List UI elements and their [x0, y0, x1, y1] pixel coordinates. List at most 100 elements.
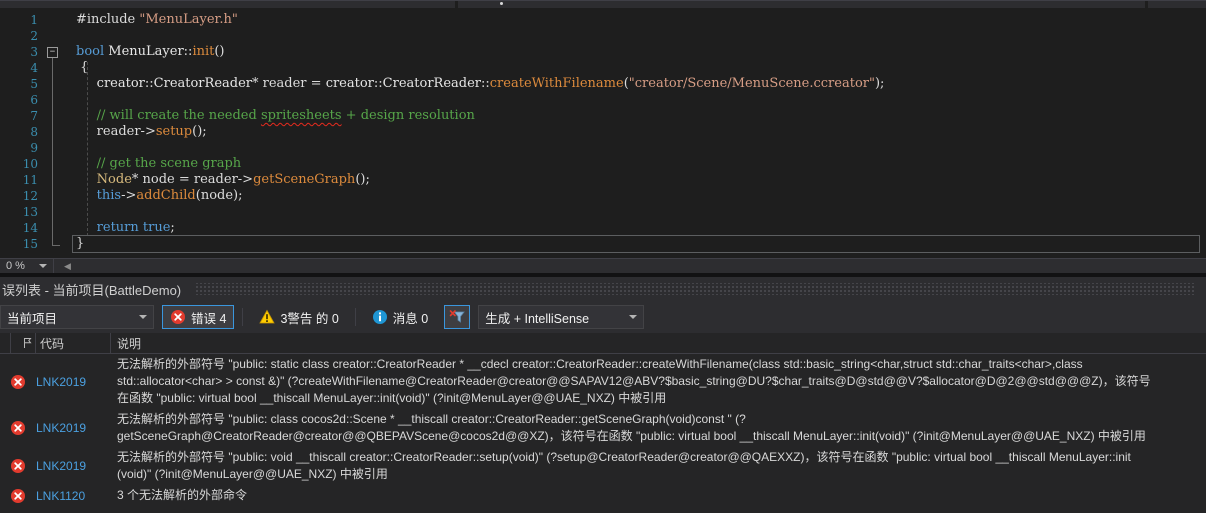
error-description: 无法解析的外部符号 "public: static class creator:…	[111, 356, 1206, 407]
error-row[interactable]: LNK2019 无法解析的外部符号 "public: static class c…	[0, 354, 1206, 409]
fold-margin	[40, 236, 76, 252]
error-description-line: 3 个无法解析的外部命令	[117, 488, 248, 502]
error-description-line: 无法解析的外部符号 "public: static class creator:…	[117, 357, 1083, 371]
horizontal-scrollbar[interactable]: ◀	[53, 259, 1206, 273]
severity-column-header[interactable]	[11, 333, 36, 353]
fold-margin	[40, 12, 76, 28]
code-line: 12 this->addChild(node);	[0, 188, 1206, 204]
code-text: creator::CreatorReader* reader = creator…	[96, 76, 885, 91]
error-row[interactable]: LNK2019 无法解析的外部符号 "public: void __thiscal…	[0, 447, 1206, 485]
tab-divider	[455, 1, 458, 8]
code-text: Node* node = reader->getSceneGraph();	[96, 172, 370, 187]
line-number: 4	[30, 61, 38, 75]
error-code-link[interactable]: LNK2019	[36, 375, 111, 389]
warnings-filter-label: 3警告 的 0	[280, 311, 339, 326]
chevron-down-icon	[38, 264, 47, 268]
error-icon	[10, 420, 36, 436]
scope-dropdown-value: 当前项目	[7, 311, 58, 326]
code-line: 6	[0, 92, 1206, 108]
fold-margin	[40, 156, 76, 172]
tab-strip	[0, 0, 1206, 8]
line-number: 2	[30, 29, 38, 43]
error-row[interactable]: LNK1120 3 个无法解析的外部命令	[0, 485, 1206, 506]
error-code-link[interactable]: LNK1120	[36, 489, 111, 503]
errors-filter-button[interactable]: 错误 4	[162, 305, 235, 329]
error-description-line: 无法解析的外部符号 "public: class cocos2d::Scene …	[117, 412, 746, 426]
fold-margin	[40, 188, 76, 204]
code-text: this->addChild(node);	[96, 188, 243, 203]
line-number: 15	[22, 237, 38, 251]
error-code-link[interactable]: LNK2019	[36, 459, 111, 473]
code-line: 4 {	[0, 60, 1206, 76]
line-number: 6	[30, 93, 38, 107]
error-description: 无法解析的外部符号 "public: class cocos2d::Scene …	[111, 411, 1206, 445]
line-number: 7	[30, 109, 38, 123]
description-column-header[interactable]: 说明	[111, 335, 1206, 352]
info-icon	[372, 309, 388, 325]
fold-margin	[40, 172, 76, 188]
error-code-link[interactable]: LNK2019	[36, 421, 111, 435]
error-icon	[10, 374, 36, 390]
errors-filter-label: 错误 4	[191, 311, 227, 326]
error-description-line: (void)" (?init@MenuLayer@@UAE_NXZ) 中被引用	[117, 467, 388, 481]
code-column-header[interactable]: 代码	[36, 333, 111, 353]
chevron-down-icon	[139, 315, 147, 319]
warning-icon	[259, 309, 276, 325]
line-number: 5	[30, 77, 38, 91]
error-list-toolbar: 当前项目 错误 4 3警告 的 0 消息 0 生成 + IntelliSense	[0, 301, 1206, 333]
zoom-selector[interactable]: 0 %	[0, 259, 53, 273]
fold-toggle-icon[interactable]: −	[47, 47, 58, 58]
code-line: 13	[0, 204, 1206, 220]
code-text: {	[76, 60, 89, 75]
code-line: 3 bool MenuLayer::init()	[0, 44, 1206, 60]
build-intellisense-dropdown[interactable]: 生成 + IntelliSense	[478, 305, 645, 329]
code-line: 11 Node* node = reader->getSceneGraph();	[0, 172, 1206, 188]
error-row[interactable]: LNK2019 无法解析的外部符号 "public: class cocos2d:…	[0, 409, 1206, 447]
fold-guide-corner	[52, 245, 60, 246]
code-line: 1 #include "MenuLayer.h"	[0, 12, 1206, 28]
fold-margin	[40, 76, 76, 92]
editor-bottom-bar: 0 % ◀	[0, 258, 1206, 273]
titlebar-drag-handle[interactable]	[195, 283, 1196, 295]
filter-funnel-icon	[449, 309, 466, 325]
line-number: 9	[30, 141, 38, 155]
build-intellisense-value: 生成 + IntelliSense	[485, 311, 590, 326]
code-text: return true;	[96, 220, 175, 235]
error-description-line: 在函数 "public: virtual bool __thiscall Men…	[117, 391, 667, 405]
code-line: 9	[0, 140, 1206, 156]
code-text: reader->setup();	[76, 124, 207, 139]
error-icon	[170, 309, 186, 325]
chevron-down-icon	[629, 315, 638, 319]
current-line-highlight	[72, 235, 1200, 253]
fold-margin	[40, 140, 76, 156]
divider	[354, 308, 356, 326]
messages-filter-label: 消息 0	[392, 311, 429, 326]
error-description-line: std::allocator<char> > const &)" (?creat…	[117, 374, 1151, 388]
error-icon	[10, 458, 36, 474]
code-text: bool MenuLayer::init()	[76, 44, 225, 59]
fold-margin	[40, 108, 76, 124]
error-list-rows: LNK2019 无法解析的外部符号 "public: static class c…	[0, 354, 1206, 513]
filter-button[interactable]	[444, 305, 471, 329]
indent-guide	[87, 62, 88, 236]
fold-guide-line	[52, 58, 53, 245]
messages-filter-button[interactable]: 消息 0	[364, 305, 436, 329]
code-editor[interactable]: 1 #include "MenuLayer.h" 2 3 bool MenuLayer:…	[0, 8, 1206, 258]
fold-margin	[40, 220, 76, 236]
fold-margin	[40, 28, 76, 44]
error-description: 无法解析的外部符号 "public: void __thiscall creat…	[111, 449, 1206, 483]
severity-flag-icon	[24, 338, 32, 348]
error-list-titlebar[interactable]: 误列表 - 当前项目(BattleDemo)	[0, 277, 1206, 301]
scope-dropdown[interactable]: 当前项目	[0, 305, 154, 329]
unsaved-dot-icon	[500, 2, 503, 5]
warnings-filter-button[interactable]: 3警告 的 0	[251, 305, 346, 329]
line-number: 1	[30, 13, 38, 27]
code-lines[interactable]: 1 #include "MenuLayer.h" 2 3 bool MenuLayer:…	[0, 8, 1206, 258]
error-description: 3 个无法解析的外部命令	[111, 487, 1206, 504]
zoom-level-label: 0 %	[6, 260, 25, 272]
scroll-left-arrow-icon[interactable]: ◀	[54, 261, 71, 272]
line-number: 14	[22, 221, 38, 235]
